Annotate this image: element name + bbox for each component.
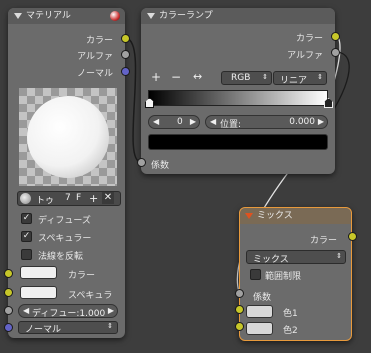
color-ramp-gradient[interactable] [148, 90, 328, 106]
material-input-diffuse-socket[interactable] [4, 306, 13, 315]
remove-stop-icon[interactable]: − [171, 70, 181, 84]
material-preview-icon [110, 11, 120, 21]
ramp-stop-position-field[interactable]: ◀ 位置: 0.000 ▶ [205, 115, 328, 130]
blend-mode-value: ミックス [253, 255, 289, 265]
colorramp-node-header[interactable]: カラーランプ [141, 8, 335, 24]
material-node-header[interactable]: マテリアル [8, 8, 125, 24]
material-output-alpha-socket[interactable] [121, 50, 130, 59]
mix-node-header[interactable]: ミックス [240, 208, 351, 224]
specular-checkbox[interactable]: ✓ [21, 231, 32, 242]
specular-swatch[interactable] [20, 286, 57, 299]
colorramp-node[interactable]: カラーランプ カラー アルファ + − ↔ RGB ⇕ リニア ⇕ ◀ 0 ▶ … [141, 8, 335, 174]
invert-normal-checkbox[interactable] [21, 249, 32, 260]
clamp-checkbox[interactable] [250, 269, 261, 280]
material-input-specular-socket[interactable] [4, 288, 13, 297]
material-input-normal-socket[interactable] [4, 323, 13, 332]
mix-color2-swatch[interactable] [246, 322, 273, 335]
chevron-updown-icon: ⇕ [317, 73, 323, 81]
color-input-label: カラー [68, 271, 96, 281]
ramp-interpolation-select[interactable]: リニア ⇕ [273, 71, 327, 86]
mix-input-color2-socket[interactable] [235, 322, 244, 331]
normal-select-value: ノーマル [25, 325, 62, 335]
mix-color1-label: 色1 [283, 309, 298, 319]
mix-input-fac-label: 係数 [253, 293, 272, 303]
diffuse-checkbox[interactable]: ✓ [21, 213, 32, 224]
material-input-color-socket[interactable] [4, 269, 13, 278]
field-right-arrow-icon[interactable]: ▶ [318, 117, 324, 126]
material-output-normal-socket[interactable] [121, 67, 130, 76]
field-right-arrow-icon[interactable]: ▶ [190, 117, 196, 126]
add-stop-icon[interactable]: + [151, 70, 161, 84]
material-name-field[interactable]: トゥ [36, 193, 54, 206]
remove-material-icon[interactable]: ✕ [102, 192, 114, 204]
ramp-stop-index-value: 0 [177, 117, 183, 127]
chevron-updown-icon: ⇕ [336, 252, 342, 260]
ramp-stop-index-field[interactable]: ◀ 0 ▶ [148, 115, 200, 129]
material-output-color-label: カラー [85, 36, 113, 46]
preview-sphere [27, 96, 109, 178]
flip-ramp-icon[interactable]: ↔ [193, 70, 202, 83]
ramp-output-color-socket[interactable] [331, 32, 340, 41]
mix-output-color-label: カラー [309, 236, 337, 246]
mix-color2-label: 色2 [283, 326, 298, 336]
specular-label: スペキュラー [38, 234, 92, 244]
blend-mode-select[interactable]: ミックス ⇕ [246, 250, 346, 265]
ramp-input-fac-label: 係数 [151, 161, 170, 171]
field-left-arrow-icon[interactable]: ◀ [153, 117, 159, 126]
material-preview [19, 88, 117, 186]
chevron-updown-icon: ⇕ [107, 322, 113, 330]
ramp-position-value: 0.000 [289, 117, 315, 127]
normal-select[interactable]: ノーマル ⇕ [18, 321, 118, 335]
clamp-label: 範囲制限 [265, 272, 302, 282]
ramp-stop-color-swatch[interactable] [148, 134, 328, 150]
material-output-normal-label: ノーマル [76, 69, 113, 79]
diffuse-intensity-field[interactable]: ◀ ディフュー:1.000 ▶ [18, 304, 118, 319]
field-left-arrow-icon[interactable]: ◀ [210, 117, 216, 126]
ramp-output-alpha-socket[interactable] [331, 48, 340, 57]
add-material-icon[interactable]: + [89, 192, 98, 205]
collapse-triangle-icon[interactable] [147, 13, 155, 19]
ramp-output-color-label: カラー [295, 34, 323, 44]
ramp-mode-select[interactable]: RGB ⇕ [221, 71, 272, 85]
mix-output-color-socket[interactable] [348, 232, 357, 241]
mix-input-fac-socket[interactable] [235, 289, 244, 298]
diffuse-label: ディフューズ [38, 216, 91, 226]
material-output-alpha-label: アルファ [77, 52, 113, 62]
chevron-updown-icon: ⇕ [262, 73, 268, 81]
material-node[interactable]: マテリアル カラー アルファ ノーマル トゥ 7 F + ✕ ✓ ディフューズ … [8, 8, 125, 338]
specular-input-label: スペキュラ [68, 291, 113, 301]
colorramp-node-title: カラーランプ [159, 11, 213, 21]
mix-node[interactable]: ミックス カラー ミックス ⇕ 範囲制限 係数 色1 色2 [239, 207, 352, 341]
field-left-arrow-icon[interactable]: ◀ [23, 306, 29, 315]
material-selector: トゥ 7 F + ✕ [17, 191, 121, 206]
mix-node-title: ミックス [257, 211, 293, 221]
material-node-title: マテリアル [26, 11, 71, 21]
mix-color1-swatch[interactable] [246, 305, 273, 318]
color-swatch[interactable] [20, 266, 57, 279]
user-count[interactable]: 7 [65, 193, 71, 203]
ramp-interpolation-value: リニア [280, 76, 308, 86]
ramp-output-alpha-label: アルファ [287, 51, 323, 61]
field-right-arrow-icon[interactable]: ▶ [108, 306, 114, 315]
fake-user-button[interactable]: F [76, 193, 81, 203]
invert-normal-label: 法線を反転 [38, 252, 84, 262]
ramp-mode-value: RGB [231, 73, 251, 83]
collapse-triangle-icon[interactable] [245, 213, 253, 219]
mix-input-color1-socket[interactable] [235, 305, 244, 314]
collapse-triangle-icon[interactable] [14, 13, 22, 19]
ramp-input-fac-socket[interactable] [137, 158, 146, 167]
material-browse-icon[interactable] [20, 193, 31, 204]
diffuse-intensity-value: ディフュー:1.000 [32, 309, 106, 319]
ramp-position-label: 位置: [220, 120, 242, 130]
material-output-color-socket[interactable] [121, 34, 130, 43]
